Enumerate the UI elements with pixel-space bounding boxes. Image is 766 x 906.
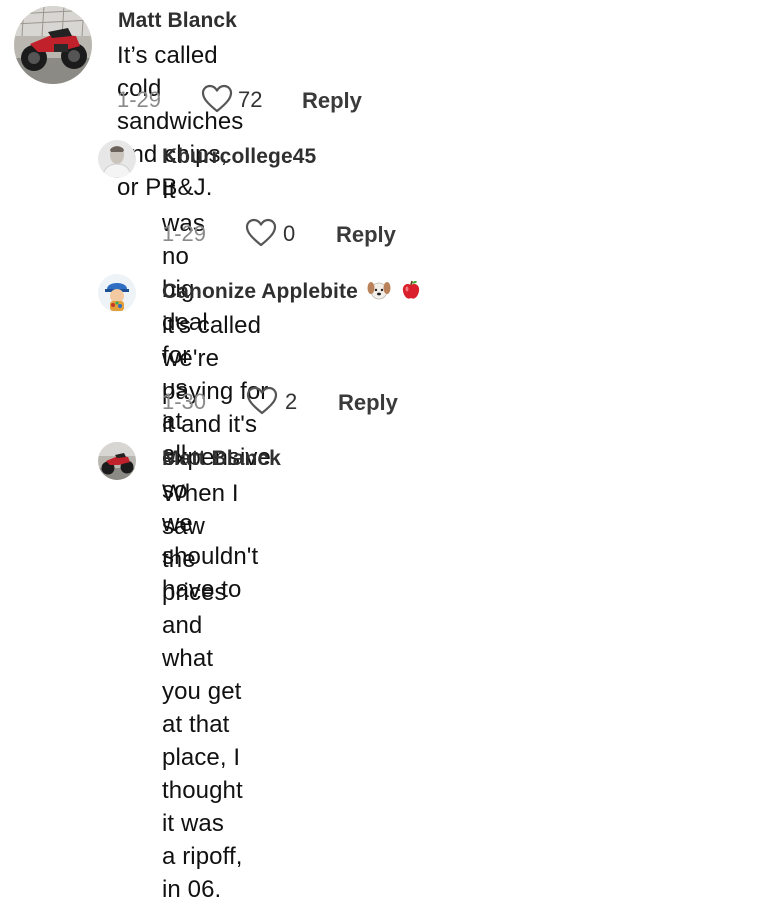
comment-meta: 1-30 2 Reply bbox=[162, 386, 462, 418]
heart-icon[interactable] bbox=[201, 84, 233, 114]
dog-face-emoji-icon bbox=[367, 282, 391, 300]
motorcycle-avatar-icon bbox=[14, 6, 92, 84]
cartoon-avatar-icon bbox=[98, 274, 136, 312]
red-apple-emoji-icon bbox=[402, 280, 419, 299]
comment-date: 1-30 bbox=[162, 389, 207, 414]
heart-icon[interactable] bbox=[245, 218, 277, 248]
comment-username[interactable]: Canonize Applebite bbox=[162, 279, 422, 304]
user-avatar[interactable] bbox=[98, 274, 136, 312]
reply-button[interactable]: Reply bbox=[338, 390, 398, 416]
comment-meta: 1-29 72 Reply bbox=[117, 84, 417, 116]
comment-username[interactable]: Matt Blanck bbox=[162, 447, 281, 471]
person-avatar-icon bbox=[98, 140, 136, 178]
comment-text: When I saw the prices and what you get a… bbox=[162, 480, 243, 903]
comment-username[interactable]: Matt Blanck bbox=[118, 9, 237, 33]
reply-button[interactable]: Reply bbox=[302, 88, 362, 114]
like-count: 0 bbox=[283, 221, 296, 246]
reply-button[interactable]: Reply bbox=[336, 222, 396, 248]
comment-meta: 1-29 0 Reply bbox=[162, 218, 462, 250]
comment-date: 1-29 bbox=[162, 221, 207, 246]
comment-date: 1-29 bbox=[117, 87, 162, 112]
motorcycle-avatar-icon bbox=[98, 442, 136, 480]
comment-username[interactable]: Kburrcollege45 bbox=[162, 145, 316, 169]
user-avatar[interactable] bbox=[98, 442, 136, 480]
user-avatar[interactable] bbox=[98, 140, 136, 178]
username-text: Canonize Applebite bbox=[162, 280, 358, 303]
like-count: 72 bbox=[238, 87, 263, 112]
heart-icon[interactable] bbox=[246, 386, 278, 416]
user-avatar[interactable] bbox=[14, 6, 92, 84]
like-count: 2 bbox=[285, 389, 298, 414]
